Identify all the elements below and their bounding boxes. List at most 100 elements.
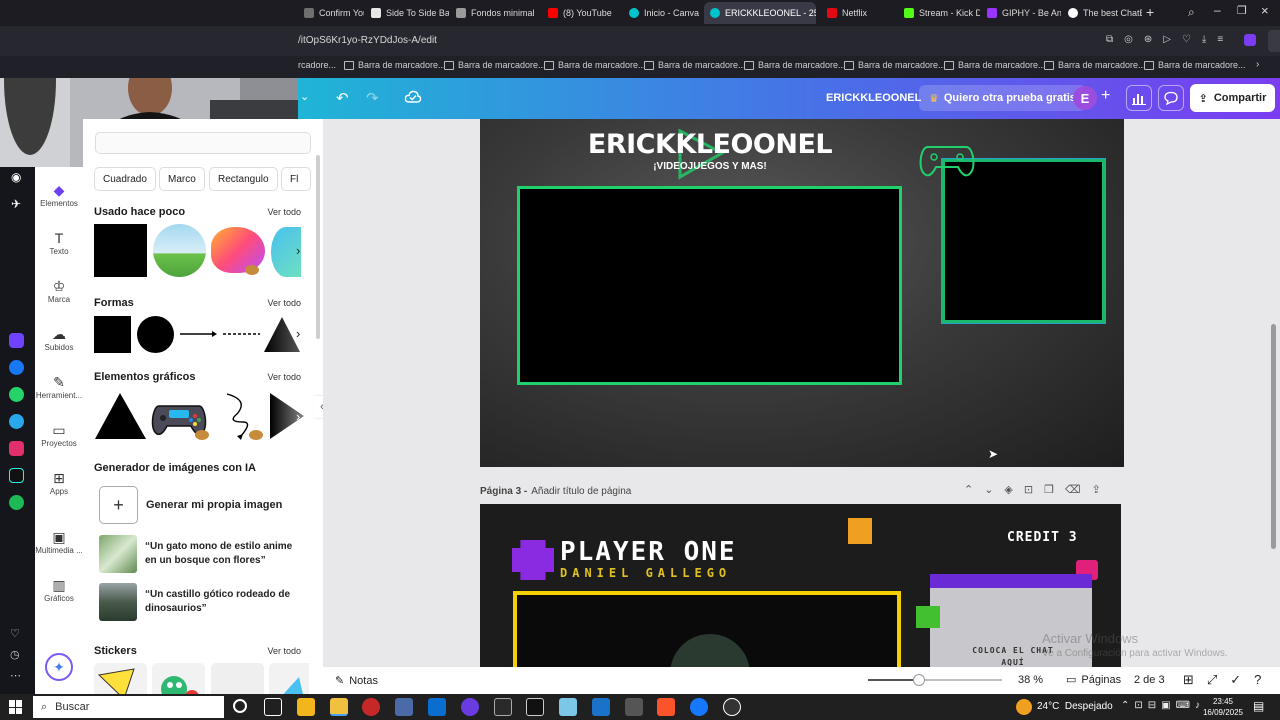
spotify-icon[interactable] xyxy=(9,495,24,510)
opera-icon[interactable] xyxy=(362,698,380,716)
search-input[interactable] xyxy=(95,132,311,154)
app-icon[interactable] xyxy=(625,698,643,716)
app-icon[interactable] xyxy=(559,698,577,716)
magic-sparkle-icon[interactable]: ✦ xyxy=(45,653,73,681)
bookmark-item[interactable]: Barra de marcadore... xyxy=(644,60,746,70)
bookmark-item[interactable]: Barra de marcadore... xyxy=(544,60,646,70)
graphic-triangle[interactable] xyxy=(94,392,147,440)
bookmark-item[interactable]: Barra de marcadore... xyxy=(444,60,546,70)
page-3[interactable]: PLAYER ONE DANIEL GALLEGO CREDIT 3 COLOC… xyxy=(480,504,1121,667)
shape-square[interactable] xyxy=(94,316,131,353)
sidebar-item-marca[interactable]: ♔ Marca xyxy=(35,277,83,304)
ai-castle-thumbnail[interactable] xyxy=(99,583,137,621)
zoom-level[interactable]: 38 % xyxy=(1018,674,1043,686)
epic-games-icon[interactable] xyxy=(526,698,544,716)
canvas-scrollbar[interactable] xyxy=(1271,324,1276,549)
bookmark-item[interactable]: Barra de marcadore... xyxy=(744,60,846,70)
app-icon[interactable] xyxy=(395,698,413,716)
avatar[interactable]: E xyxy=(1073,86,1097,110)
browser-icon[interactable] xyxy=(461,698,479,716)
calculator-icon[interactable] xyxy=(592,698,610,716)
more-icon[interactable]: ⋯ xyxy=(10,669,21,682)
windows-start-icon[interactable] xyxy=(9,700,23,714)
view-actions[interactable]: ⊞⤢✓? xyxy=(1183,672,1274,688)
heart-icon[interactable]: ♡ xyxy=(10,627,20,640)
share-button[interactable]: ⇪ Compartir xyxy=(1190,84,1275,112)
tab[interactable]: Confirm Your GIF xyxy=(298,2,364,24)
bookmark-item[interactable]: Barra de marcadore... xyxy=(344,60,446,70)
sticker-placeholder[interactable] xyxy=(211,663,264,695)
app-icon[interactable] xyxy=(690,698,708,716)
file-explorer-icon[interactable] xyxy=(330,698,348,716)
chip-cuadrado[interactable]: Cuadrado xyxy=(94,167,156,191)
webcam-frame[interactable] xyxy=(942,159,1105,323)
aria-icon[interactable] xyxy=(9,333,24,348)
taskbar-search[interactable]: ⌕ Buscar xyxy=(33,696,224,718)
design-title[interactable]: ERICKKLEOONEL xyxy=(480,129,940,160)
bookmark-item[interactable]: Barra de marcadore... xyxy=(1144,60,1246,70)
clock[interactable]: 23:45 16/09/2025 xyxy=(1200,696,1246,718)
sidebar-item-herramientas[interactable]: ✎ Herramient... xyxy=(35,373,83,400)
page-title-input[interactable]: Añadir título de página xyxy=(531,486,631,497)
tab[interactable]: Side To Side Bat xyxy=(365,2,449,24)
chevron-down-icon[interactable]: ⌄ xyxy=(300,90,309,103)
plus-icon[interactable]: + xyxy=(99,486,138,524)
panel-scrollbar[interactable] xyxy=(316,155,320,339)
game-frame[interactable] xyxy=(517,186,902,385)
page-2[interactable]: ERICKKLEOONEL ¡VIDEOJUEGOS Y MAS! ➤ xyxy=(480,119,1124,467)
whatsapp-icon[interactable] xyxy=(9,387,24,402)
url-field[interactable]: /itOpS6Kr1yo-RzYDdJos-A/edit xyxy=(298,35,437,46)
bookmark-item[interactable]: Barra de marcadore... xyxy=(944,60,1046,70)
minimize-icon[interactable]: – xyxy=(1214,3,1221,17)
chatgpt-icon[interactable] xyxy=(723,698,741,716)
tab[interactable]: The best ChatBot xyxy=(1062,2,1142,24)
chip-marco[interactable]: Marco xyxy=(159,167,205,191)
page-actions[interactable]: ⌃⌄◈⊡❐⌫⇪ xyxy=(964,483,1112,496)
sidebar-item-multimedia[interactable]: ▣ Multimedia ... xyxy=(35,528,83,555)
redo-icon[interactable]: ↷ xyxy=(366,89,379,107)
player-name[interactable]: DANIEL GALLEGO xyxy=(560,566,731,580)
chip-rectangulo[interactable]: Rectangulo xyxy=(209,167,278,191)
sticker-character[interactable] xyxy=(152,663,205,695)
search-tabs-icon[interactable]: ⌕ xyxy=(1188,5,1195,20)
extension-icon[interactable] xyxy=(1244,34,1256,46)
see-all-link[interactable]: Ver todo xyxy=(267,646,301,656)
trial-button[interactable]: ♛ Quiero otra prueba gratis xyxy=(919,85,1086,111)
shape-arrow-line[interactable] xyxy=(179,329,219,339)
see-all-link[interactable]: Ver todo xyxy=(267,298,301,308)
telegram-icon[interactable] xyxy=(9,414,24,429)
messenger-icon[interactable] xyxy=(9,360,24,375)
tiktok-icon[interactable] xyxy=(9,468,24,483)
sidebar-item-texto[interactable]: T Texto xyxy=(35,229,83,256)
player-title[interactable]: PLAYER ONE xyxy=(560,537,737,567)
close-window-icon[interactable]: × xyxy=(1261,3,1269,18)
side-panel-icon[interactable] xyxy=(1268,30,1280,52)
shape-circle[interactable] xyxy=(137,316,174,353)
stats-button[interactable] xyxy=(1126,85,1152,111)
sticker-partial[interactable] xyxy=(269,663,309,695)
ai-prompt-cat[interactable]: “Un gato mono de estilo anime en un bosq… xyxy=(145,540,295,568)
tab[interactable]: (8) YouTube xyxy=(542,2,622,24)
add-user-icon[interactable]: + xyxy=(1101,87,1110,105)
chevron-right-icon[interactable]: › xyxy=(296,409,300,424)
bookmark-item[interactable]: Barra de marcadore... xyxy=(1044,60,1146,70)
project-name[interactable]: ERICKKLEOONEL xyxy=(826,92,921,104)
eye-icon[interactable]: ◉ xyxy=(11,170,21,184)
comments-button[interactable] xyxy=(1158,85,1184,111)
new-tab-icon[interactable]: + xyxy=(1146,4,1154,20)
weather-icon[interactable] xyxy=(1016,699,1032,715)
task-view-icon[interactable] xyxy=(264,698,282,716)
sidebar-item-subidos[interactable]: ☁ Subidos xyxy=(35,325,83,352)
tab[interactable]: Fondos minimal xyxy=(450,2,534,24)
tab[interactable]: Netflix xyxy=(821,2,897,24)
sidebar-item-elementos[interactable]: ◆ Elementos xyxy=(35,181,83,208)
ai-cat-thumbnail[interactable] xyxy=(99,535,137,573)
tab[interactable]: Inicio - Canva xyxy=(623,2,703,24)
address-actions[interactable]: ⧉◎⊛▷♡⤓≡ xyxy=(1106,34,1234,45)
bookmark-item[interactable]: Barra de marcadore... xyxy=(844,60,946,70)
ai-prompt-castle[interactable]: “Un castillo gótico rodeado de dinosauri… xyxy=(145,588,295,616)
maximize-icon[interactable]: ❐ xyxy=(1237,4,1247,17)
design-subtitle[interactable]: ¡VIDEOJUEGOS Y MAS! xyxy=(480,161,940,172)
rocket-icon[interactable]: ✈ xyxy=(11,197,21,211)
instagram-icon[interactable] xyxy=(9,441,24,456)
